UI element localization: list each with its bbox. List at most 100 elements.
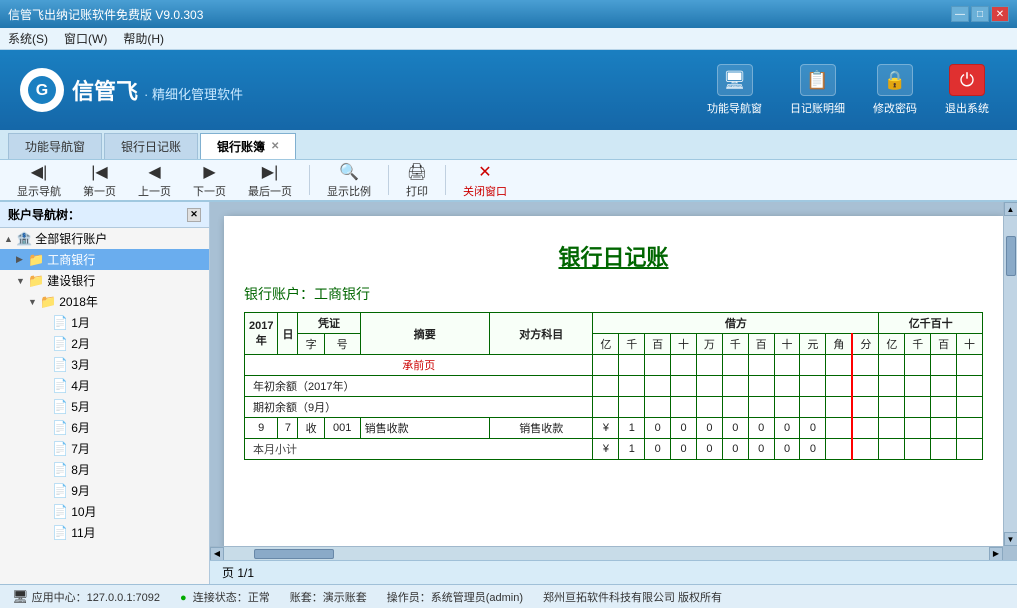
file-icon: 📄: [52, 336, 68, 352]
tree-item-feb[interactable]: 📄 2月: [0, 333, 209, 354]
ob-d2: [619, 376, 645, 397]
tx-d6: 0: [722, 418, 748, 439]
tree-item-jul[interactable]: 📄 7月: [0, 438, 209, 459]
carry-d4: [671, 355, 697, 376]
scroll-track[interactable]: [1004, 216, 1017, 532]
tree-item-apr[interactable]: 📄 4月: [0, 375, 209, 396]
tab-bank-journal[interactable]: 银行日记账: [104, 133, 198, 159]
st-d11: [852, 439, 879, 460]
minimize-button[interactable]: —: [951, 6, 969, 22]
scroll-down-button[interactable]: ▼: [1004, 532, 1017, 546]
tree-label: 8月: [71, 461, 90, 478]
menu-window[interactable]: 窗口(W): [64, 30, 107, 47]
connection-status: ● 连接状态：正常: [180, 589, 270, 605]
tab-nav-window[interactable]: 功能导航窗: [8, 133, 102, 159]
file-icon: 📄: [52, 462, 68, 478]
file-icon: 📄: [52, 378, 68, 394]
voucher-header: 凭证: [298, 313, 360, 334]
carry-d8: [774, 355, 800, 376]
carry-label: 承前页: [245, 355, 593, 376]
summary-header: 摘要: [360, 313, 489, 355]
tree-item-nov[interactable]: 📄 11月: [0, 522, 209, 543]
ob-d10: [826, 376, 853, 397]
st-b2: [905, 439, 931, 460]
carry-d3: [645, 355, 671, 376]
bal-qian: 千: [905, 334, 931, 355]
ob-d9: [800, 376, 826, 397]
close-window-button[interactable]: ✕ 关闭窗口: [454, 159, 516, 202]
carry-b4: [957, 355, 983, 376]
arrow-icon: ▲: [4, 234, 16, 244]
tree-item-jun[interactable]: 📄 6月: [0, 417, 209, 438]
scroll-up-button[interactable]: ▲: [1004, 202, 1017, 216]
close-button[interactable]: ✕: [991, 6, 1009, 22]
print-icon: 🖨: [407, 162, 427, 182]
bal-yi: 亿: [879, 334, 905, 355]
menu-system[interactable]: 系统(S): [8, 30, 48, 47]
period-opening-label: 期初余额（9月）: [245, 397, 593, 418]
prev-page-button[interactable]: ◀ 上一页: [129, 159, 180, 202]
logo-subtitle: · 精细化管理软件: [144, 84, 243, 103]
tree-label: 建设银行: [47, 272, 95, 289]
tab-close-icon[interactable]: ✕: [271, 141, 279, 152]
tab-bank-ledger[interactable]: 银行账簿 ✕: [200, 133, 296, 159]
document-area: 银行日记账 银行账户：工商银行 2017年 日 凭证 摘要 对方科目 借方: [210, 202, 1017, 584]
carry-d7: [748, 355, 774, 376]
tree-item-may[interactable]: 📄 5月: [0, 396, 209, 417]
first-page-button[interactable]: |◀ 第一页: [74, 159, 125, 202]
tree-item-sep[interactable]: 📄 9月: [0, 480, 209, 501]
tree-item-aug[interactable]: 📄 8月: [0, 459, 209, 480]
sidebar-close-button[interactable]: ✕: [187, 208, 201, 222]
account-tree: ▲ 🏦 全部银行账户 ▶ 📁 工商银行 ▼ 📁 建设银行 ▼ 📁 2018年: [0, 228, 209, 584]
tree-item-mar[interactable]: 📄 3月: [0, 354, 209, 375]
tree-item-jan[interactable]: 📄 1月: [0, 312, 209, 333]
doc-scroll-content: 银行日记账 银行账户：工商银行 2017年 日 凭证 摘要 对方科目 借方: [210, 202, 1017, 546]
carry-d6: [722, 355, 748, 376]
tree-item-icbc[interactable]: ▶ 📁 工商银行: [0, 249, 209, 270]
arrow-icon: ▼: [28, 297, 40, 307]
tree-item-oct[interactable]: 📄 10月: [0, 501, 209, 522]
menu-help[interactable]: 帮助(H): [123, 30, 164, 47]
vertical-scrollbar[interactable]: ▲ ▼: [1003, 202, 1017, 546]
debit-bai2: 百: [748, 334, 774, 355]
journal-reminder-button[interactable]: 📋 日记账明细: [782, 60, 853, 120]
print-button[interactable]: 🖨 打印: [397, 159, 437, 202]
logo-icon: G: [20, 68, 64, 112]
tx-b2: [905, 418, 931, 439]
ob-d1: [593, 376, 619, 397]
horizontal-scrollbar[interactable]: ◀ ▶: [210, 546, 1003, 560]
year-header: 2017年: [245, 313, 278, 355]
tree-item-all-accounts[interactable]: ▲ 🏦 全部银行账户: [0, 228, 209, 249]
folder-icon: 📁: [28, 273, 44, 289]
app-center-icon: 🖥: [12, 589, 29, 604]
tree-item-2018[interactable]: ▼ 📁 2018年: [0, 291, 209, 312]
ob-d4: [671, 376, 697, 397]
tx-d5: 0: [696, 418, 722, 439]
connection-ok-icon: ●: [180, 592, 187, 604]
hscroll-track[interactable]: [224, 547, 989, 560]
tx-b3: [931, 418, 957, 439]
hscroll-thumb[interactable]: [254, 549, 334, 559]
logout-button[interactable]: ⏻ 退出系统: [937, 60, 997, 120]
sidebar-header: 账户导航树： ✕: [0, 202, 209, 228]
scroll-thumb[interactable]: [1006, 236, 1016, 276]
tx-d7: 0: [748, 418, 774, 439]
scroll-right-button[interactable]: ▶: [989, 547, 1003, 561]
show-nav-button[interactable]: ◀| 显示导航: [8, 159, 70, 202]
ob-b1: [879, 376, 905, 397]
bal-shi: 十: [957, 334, 983, 355]
scroll-left-button[interactable]: ◀: [210, 547, 224, 561]
ob-d7: [748, 376, 774, 397]
day-header: 日: [278, 313, 298, 355]
sep1: [309, 165, 310, 195]
next-page-button[interactable]: ▶ 下一页: [184, 159, 235, 202]
change-password-button[interactable]: 🔒 修改密码: [865, 60, 925, 120]
account-set-status: 账套：演示账套: [290, 589, 367, 605]
zoom-button[interactable]: 🔍 显示比例: [318, 159, 380, 202]
tree-item-ccb[interactable]: ▼ 📁 建设银行: [0, 270, 209, 291]
maximize-button[interactable]: □: [971, 6, 989, 22]
type-subheader: 字: [298, 334, 324, 355]
tree-label: 10月: [71, 503, 96, 520]
last-page-button[interactable]: ▶| 最后一页: [239, 159, 301, 202]
nav-window-button[interactable]: 🖥 功能导航窗: [699, 60, 770, 120]
